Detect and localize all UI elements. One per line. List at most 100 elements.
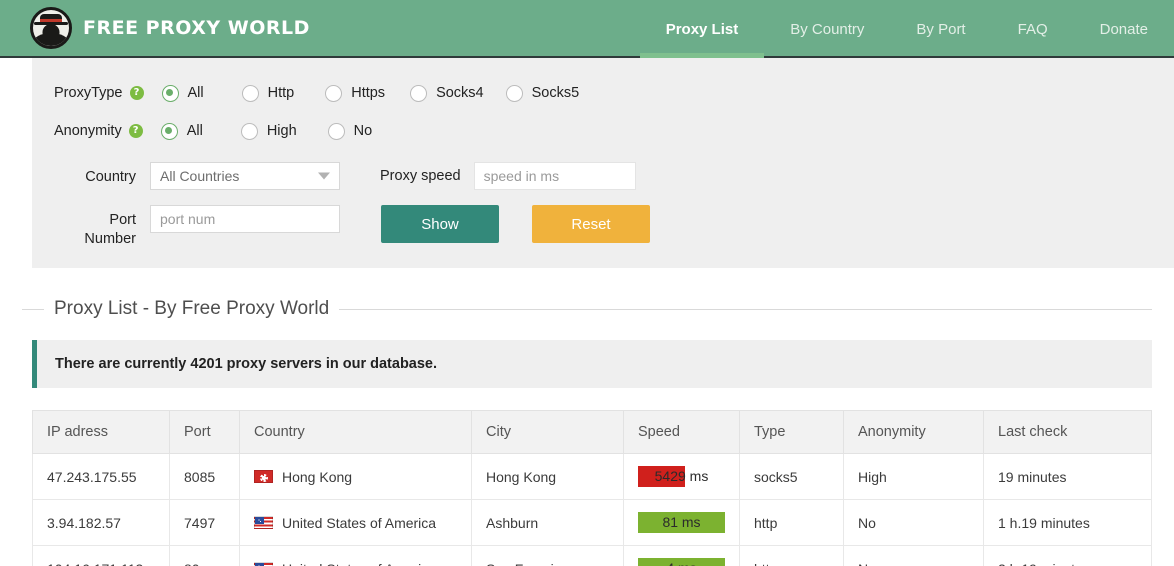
radio-proxytype-all[interactable]: All (161, 84, 204, 102)
radio-dot-anon-high (240, 122, 258, 140)
section-heading: Proxy List - By Free Proxy World (22, 298, 1152, 320)
col-type[interactable]: Type (739, 410, 844, 454)
cell-ip: 3.94.182.57 (32, 499, 170, 546)
flag-icon-us (254, 562, 273, 566)
table-row: 47.243.175.55 8085 Hong Kong Hong Kong 5429 … (32, 453, 1152, 500)
cell-country: United States of America (239, 545, 472, 566)
chevron-down-icon (318, 172, 330, 180)
col-ip-address[interactable]: IP adress (32, 410, 170, 454)
filter-panel: ProxyType ? All Http Https Socks4 Socks5 (32, 58, 1174, 268)
reset-button[interactable]: Reset (532, 205, 650, 243)
cell-country: Hong Kong (239, 453, 472, 500)
table-header-row: IP adress Port Country City Speed Type A… (32, 410, 1152, 454)
col-country[interactable]: Country (239, 410, 472, 454)
cell-last-check: 1 h.19 minutes (983, 499, 1152, 546)
country-name: United States of America (282, 514, 437, 531)
nav-item-donate[interactable]: Donate (1074, 0, 1174, 58)
radio-proxytype-http[interactable]: Http (241, 84, 295, 102)
port-number-input[interactable] (150, 205, 340, 233)
country-label: Country (85, 169, 136, 185)
country-select-value: All Countries (160, 168, 240, 184)
port-number-label: Port Number (84, 212, 136, 247)
radio-label-anon-high: High (266, 123, 297, 139)
cell-speed: 5429 ms (623, 453, 740, 500)
speed-value: 5429 ms (654, 468, 709, 484)
radio-proxytype-socks4[interactable]: Socks4 (410, 84, 484, 102)
proxy-type-label: ProxyType (54, 85, 123, 101)
cell-port: 80 (169, 545, 240, 566)
cell-anonymity: No (843, 499, 984, 546)
heading-rule-left (22, 308, 44, 310)
col-anonymity[interactable]: Anonymity (843, 410, 984, 454)
col-last-check[interactable]: Last check (983, 410, 1152, 454)
proxy-table: IP adress Port Country City Speed Type A… (32, 410, 1152, 566)
anonymity-row: Anonymity ? All High No (54, 112, 1174, 150)
cell-last-check: 2 h.19 minutes (983, 545, 1152, 566)
brand-logo[interactable]: Free Proxy World (0, 7, 310, 49)
radio-proxytype-https[interactable]: Https (325, 84, 386, 102)
cell-port: 7497 (169, 499, 240, 546)
radio-anonymity-high[interactable]: High (240, 122, 297, 140)
help-icon-proxy-type[interactable]: ? (129, 86, 144, 100)
proxy-speed-group: Proxy speed (380, 162, 636, 190)
flag-icon-hk (254, 470, 273, 483)
radio-label-anon-all: All (186, 123, 203, 139)
speed-value: 81 ms (662, 514, 701, 530)
cell-city: Hong Kong (471, 453, 624, 500)
radio-dot-anon-all (160, 122, 178, 140)
table-body: 47.243.175.55 8085 Hong Kong Hong Kong 5429 … (32, 453, 1152, 566)
flag-icon-us (254, 516, 273, 529)
radio-dot-https (325, 84, 343, 102)
col-speed[interactable]: Speed (623, 410, 740, 454)
country-speed-row: Country All Countries Proxy speed (54, 162, 1174, 190)
heading-rule-right (339, 308, 1152, 310)
proxy-table-container: IP adress Port Country City Speed Type A… (32, 410, 1152, 566)
radio-anonymity-all[interactable]: All (160, 122, 203, 140)
table-row: 3.94.182.57 7497 United States of America A… (32, 499, 1152, 546)
radio-label-socks5: Socks5 (531, 85, 580, 101)
cell-country: United States of America (239, 499, 472, 546)
database-count-alert: There are currently 4201 proxy servers i… (32, 340, 1152, 388)
radio-anonymity-no[interactable]: No (327, 122, 373, 140)
nav-item-by-country[interactable]: By Country (764, 0, 890, 58)
col-city[interactable]: City (471, 410, 624, 454)
page-title: Proxy List - By Free Proxy World (54, 298, 330, 319)
table-head: IP adress Port Country City Speed Type A… (32, 410, 1152, 454)
radio-label-all: All (187, 85, 204, 101)
cell-speed: 4 ms (623, 545, 740, 566)
radio-label-anon-no: No (353, 123, 373, 139)
help-icon-anonymity[interactable]: ? (128, 124, 143, 138)
radio-label-https: Https (351, 85, 386, 101)
brand-name: Free Proxy World (83, 17, 310, 39)
country-select[interactable]: All Countries (150, 162, 340, 190)
anonymity-radio-group: All High No (160, 122, 381, 140)
cell-type: socks5 (739, 453, 844, 500)
show-button[interactable]: Show (381, 205, 499, 243)
radio-label-http: Http (267, 85, 295, 101)
col-port[interactable]: Port (169, 410, 240, 454)
radio-dot-socks4 (410, 84, 428, 102)
cell-type: http (739, 545, 844, 566)
country-name: Hong Kong (282, 468, 353, 485)
proxy-speed-label: Proxy speed (380, 168, 461, 184)
nav-item-faq[interactable]: FAQ (992, 0, 1074, 58)
cell-anonymity: No (843, 545, 984, 566)
radio-dot-http (241, 84, 259, 102)
proxy-type-radio-group: All Http Https Socks4 Socks5 (161, 84, 588, 102)
nav-item-by-port[interactable]: By Port (890, 0, 991, 58)
port-buttons-row: Port Number Show Reset (54, 205, 1174, 249)
speed-value: 4 ms (638, 558, 725, 566)
cell-type: http (739, 499, 844, 546)
radio-dot-anon-no (327, 122, 345, 140)
radio-proxytype-socks5[interactable]: Socks5 (505, 84, 580, 102)
radio-dot-socks5 (505, 84, 523, 102)
cell-anonymity: High (843, 453, 984, 500)
cell-port: 8085 (169, 453, 240, 500)
nav-item-proxy-list[interactable]: Proxy List (639, 0, 765, 58)
cell-city: San Francisco (471, 545, 624, 566)
radio-label-socks4: Socks4 (436, 85, 484, 101)
proxy-speed-input[interactable] (473, 162, 636, 190)
detective-hat-icon (30, 7, 72, 49)
radio-dot-all (161, 84, 179, 102)
cell-ip: 104.16.171.113 (32, 545, 170, 566)
